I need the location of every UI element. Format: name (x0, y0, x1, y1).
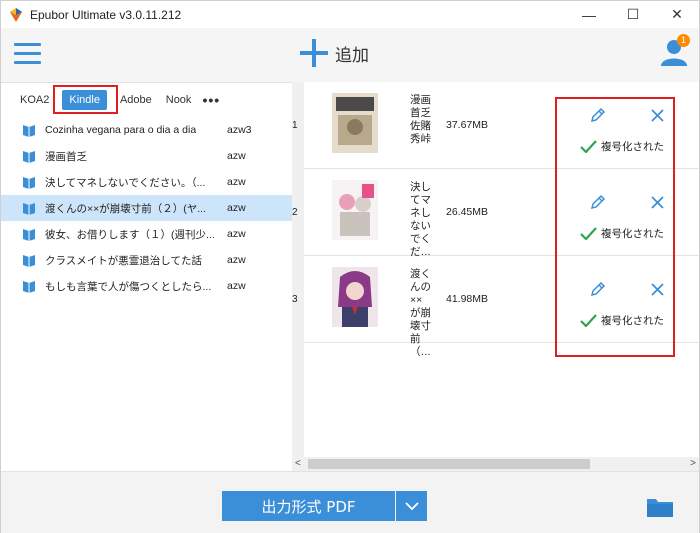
row-title: 漫画首乏佐賭秀峠 (410, 94, 431, 145)
book-name: もしも言葉で人が傷つくとしたら... (45, 280, 212, 293)
book-icon (23, 203, 35, 215)
chevron-down-icon (404, 501, 419, 510)
row-number: 3 (292, 294, 298, 305)
menu-icon[interactable] (14, 43, 41, 65)
book-list-item[interactable]: Cozinha vegana para o dia a dia azw3 (1, 117, 292, 143)
notification-badge: 1 (677, 34, 690, 47)
book-list-item[interactable]: クラスメイトが悪霊退治してた話 azw (1, 247, 292, 273)
row-number: 2 (292, 207, 298, 218)
book-list-item[interactable]: 決してマネしないでください。（... azw (1, 169, 292, 195)
book-format: azw (227, 176, 246, 188)
add-book-button[interactable]: 追加 (299, 38, 369, 68)
panel-splitter[interactable] (292, 82, 304, 471)
close-window-button[interactable]: ✕ (655, 1, 699, 28)
output-format-dropdown[interactable] (396, 491, 427, 521)
row-title: 決してマネしないでくだ… (410, 181, 431, 258)
book-cover-image (332, 267, 378, 327)
device-tabs: KOA2 Kindle Adobe Nook ••• (1, 83, 292, 117)
tab-nook[interactable]: Nook (159, 90, 199, 110)
kindle-tab-highlight (53, 85, 118, 114)
library-panel: KOA2 Kindle Adobe Nook ••• Cozinha vegan… (1, 82, 292, 471)
actions-highlight (555, 97, 675, 357)
book-list-item[interactable]: 彼女、お借りします（１）(週刊少... azw (1, 221, 292, 247)
book-icon (23, 125, 35, 137)
book-format: azw (227, 254, 246, 266)
window-title: Epubor Ultimate v3.0.11.212 (30, 7, 182, 22)
more-tabs-button[interactable]: ••• (198, 92, 220, 108)
book-list-item-selected[interactable]: 渡くんの××が崩壊寸前（２）(ヤ... azw (1, 195, 292, 221)
book-cover-image (332, 93, 378, 153)
row-size: 37.67MB (446, 119, 489, 131)
app-window: Epubor Ultimate v3.0.11.212 — ☐ ✕ 追加 1 K… (0, 0, 700, 533)
scroll-right-arrow[interactable]: > (690, 457, 696, 471)
book-name: 彼女、お借りします（１）(週刊少... (45, 228, 215, 241)
output-format-button[interactable]: 出力形式 PDF (222, 491, 395, 521)
epubor-logo-icon (10, 7, 22, 22)
book-icon (23, 281, 35, 293)
row-size: 26.45MB (446, 206, 489, 218)
tab-adobe[interactable]: Adobe (113, 90, 159, 110)
book-format: azw3 (227, 124, 252, 136)
scroll-left-arrow[interactable]: < (295, 457, 301, 471)
book-list: Cozinha vegana para o dia a dia azw3 漫画首… (1, 117, 292, 299)
book-name: 渡くんの××が崩壊寸前（２）(ヤ... (45, 202, 207, 215)
book-name: 決してマネしないでください。（... (45, 176, 206, 189)
book-cover-image (332, 180, 378, 240)
bottom-bar: 出力形式 PDF (1, 471, 699, 533)
row-number: 1 (292, 120, 298, 131)
folder-icon[interactable] (646, 496, 674, 518)
horizontal-scrollbar[interactable]: < > (292, 457, 699, 471)
title-bar: Epubor Ultimate v3.0.11.212 — ☐ ✕ (1, 1, 699, 28)
book-icon (23, 255, 35, 267)
tab-koa2[interactable]: KOA2 (13, 90, 56, 110)
scrollbar-thumb[interactable] (308, 459, 590, 469)
book-icon (23, 229, 35, 241)
book-format: azw (227, 228, 246, 240)
maximize-button[interactable]: ☐ (611, 1, 655, 28)
plus-icon (300, 39, 328, 67)
row-size: 41.98MB (446, 293, 489, 305)
book-name: 漫画首乏 (45, 150, 87, 163)
book-name: Cozinha vegana para o dia a dia (45, 124, 197, 136)
book-list-item[interactable]: 漫画首乏 azw (1, 143, 292, 169)
book-icon (23, 177, 35, 189)
add-label: 追加 (335, 45, 369, 66)
book-format: azw (227, 202, 246, 214)
book-icon (23, 151, 35, 163)
book-format: azw (227, 280, 246, 292)
main-toolbar: 追加 1 (1, 28, 699, 82)
book-list-item[interactable]: もしも言葉で人が傷つくとしたら... azw (1, 273, 292, 299)
row-title: 渡くんの××が崩壊寸前（… (410, 268, 431, 358)
book-format: azw (227, 150, 246, 162)
book-name: クラスメイトが悪霊退治してた話 (45, 254, 202, 267)
minimize-button[interactable]: — (567, 1, 611, 28)
